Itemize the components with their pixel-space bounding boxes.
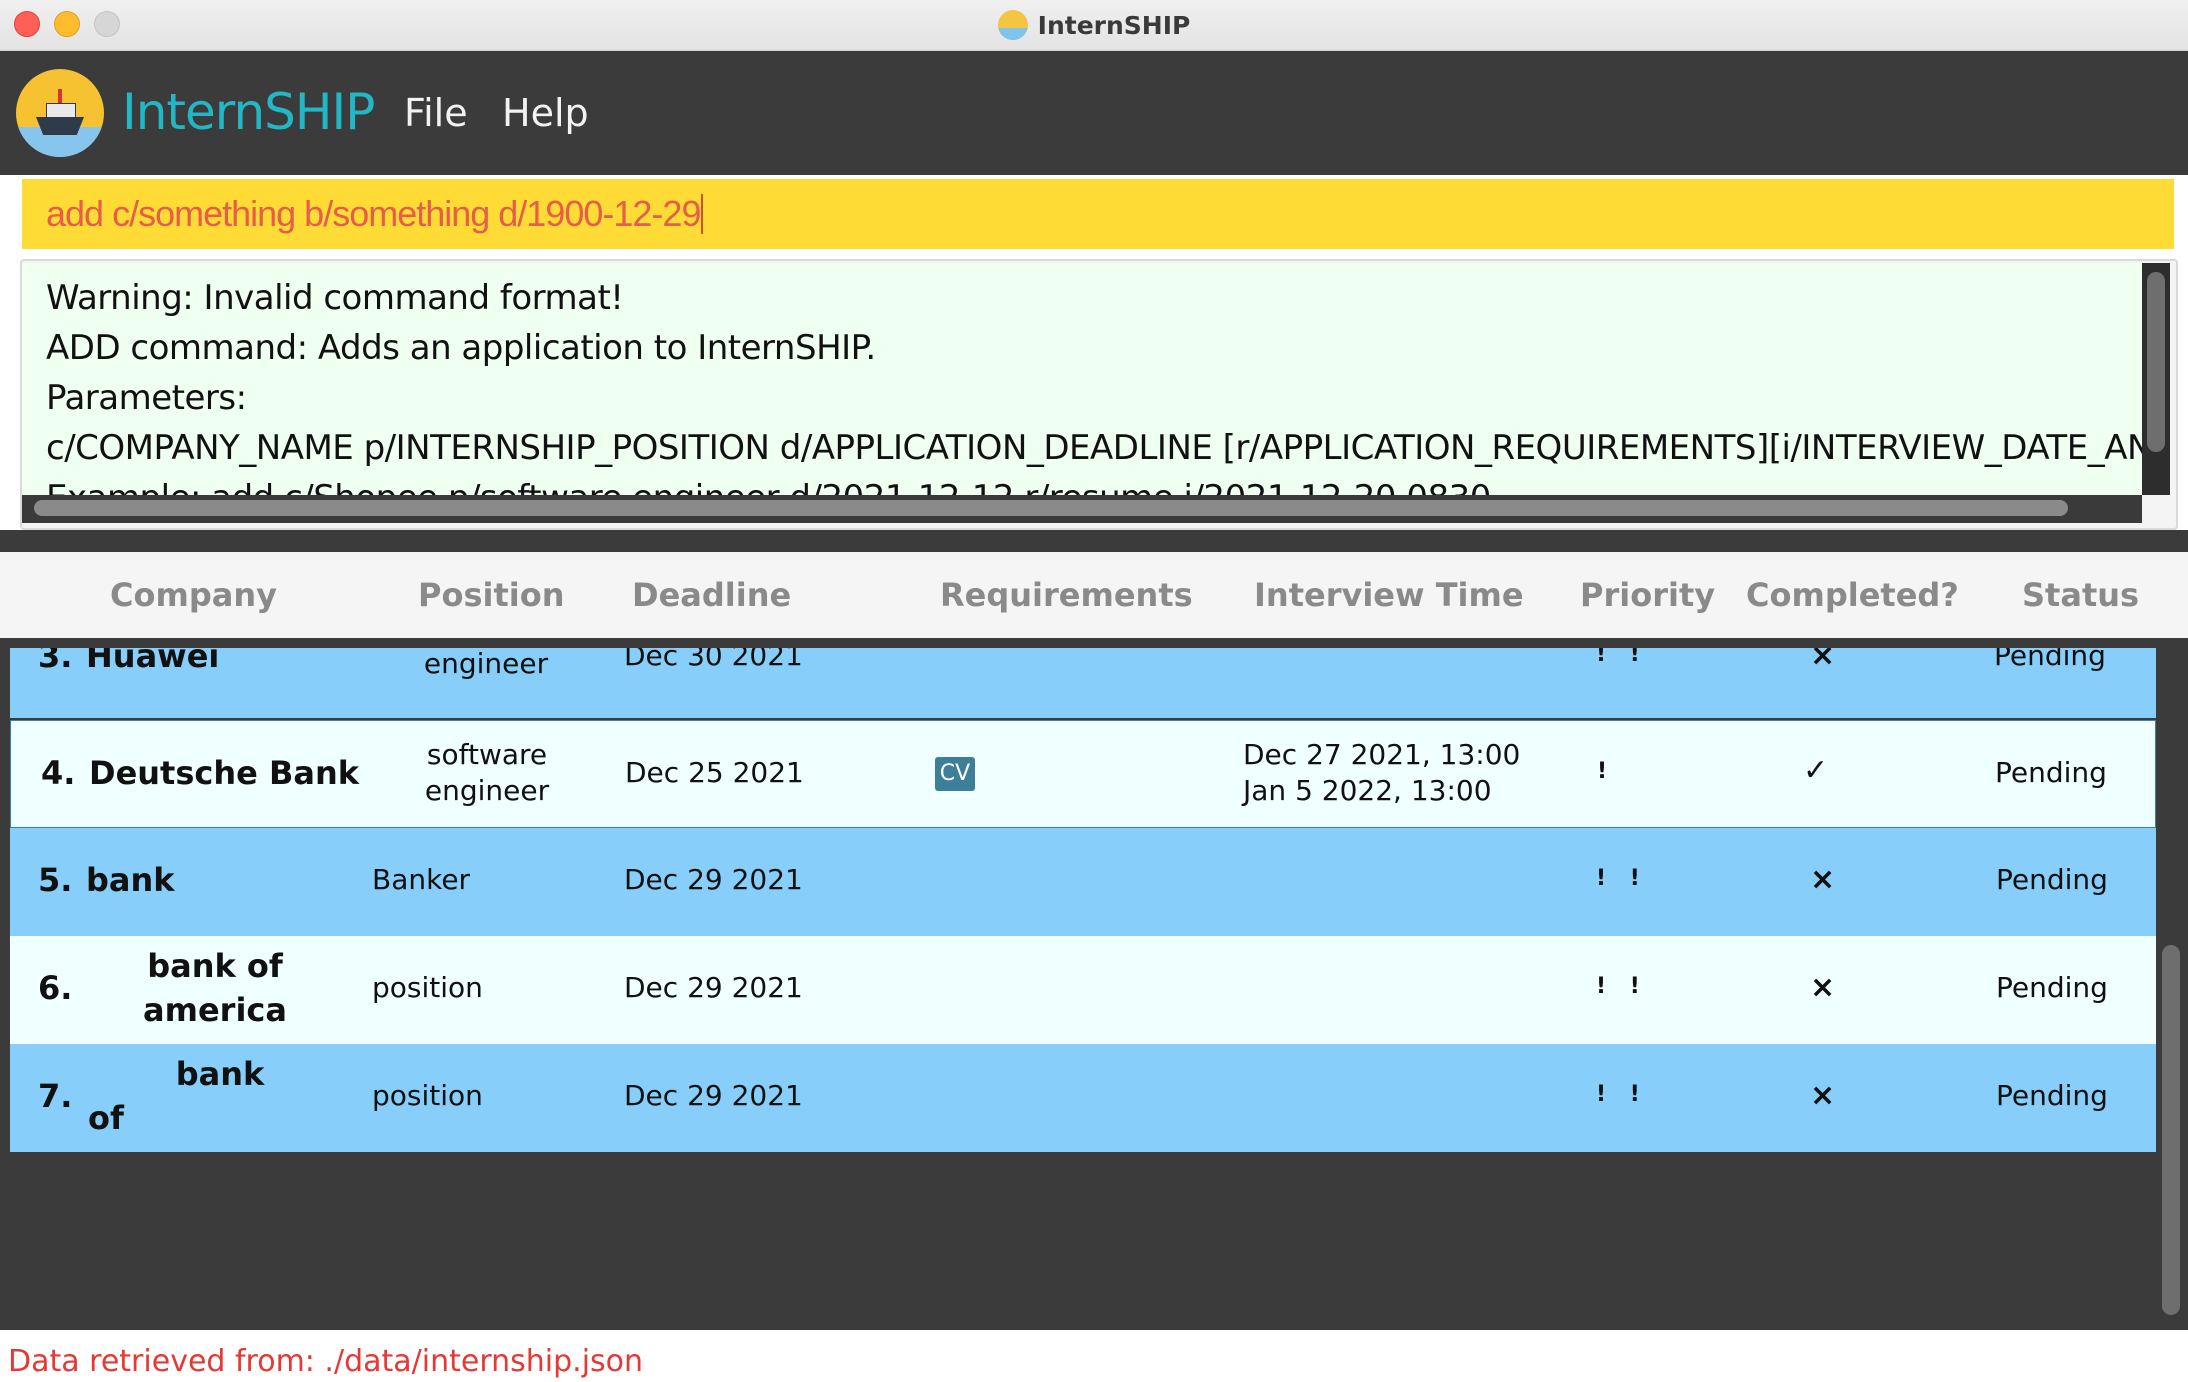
status-text: Pending	[1996, 1079, 2108, 1112]
application-list[interactable]: 3. Huawei software engineer Dec 30 2021 …	[0, 648, 2188, 1330]
row-index: 6.	[38, 969, 73, 1007]
interview-time: Jan 5 2022, 13:00	[1243, 774, 1492, 807]
priority-indicator: ! !	[1596, 1082, 1648, 1107]
deadline-text: Dec 29 2021	[624, 863, 803, 896]
window-title: InternSHIP	[1037, 10, 1191, 40]
priority-indicator: !	[1597, 759, 1616, 784]
status-text: Pending	[1996, 863, 2108, 896]
result-line: c/COMPANY_NAME p/INTERNSHIP_POSITION d/A…	[46, 428, 2142, 468]
window-titlebar: InternSHIP	[0, 0, 2188, 51]
table-vertical-scroll-thumb[interactable]	[2162, 945, 2180, 1315]
result-line: Warning: Invalid command format!	[46, 278, 624, 318]
result-vertical-scroll-thumb[interactable]	[2147, 272, 2165, 452]
priority-indicator: ! !	[1596, 866, 1648, 891]
priority-indicator: ! !	[1596, 974, 1648, 999]
cross-icon: ×	[1810, 648, 1836, 673]
column-header-position: Position	[418, 576, 565, 614]
status-bar: Data retrieved from: ./data/internship.j…	[0, 1330, 2188, 1382]
column-header-interview-time: Interview Time	[1254, 576, 1524, 614]
row-index: 4.	[41, 754, 76, 792]
divider	[0, 530, 2188, 552]
ship-logo-icon	[997, 10, 1028, 40]
interview-time: Dec 27 2021, 13:00	[1243, 738, 1521, 771]
table-row[interactable]: 7. bank of position Dec 29 2021 ! ! × Pe…	[10, 1044, 2156, 1152]
app-menubar: InternSHIP File Help	[0, 51, 2188, 175]
result-display: Warning: Invalid command format! ADD com…	[22, 263, 2142, 495]
table-row-selected[interactable]: 4. Deutsche Bank software engineer Dec 2…	[10, 720, 2156, 828]
requirement-tag: CV	[935, 757, 975, 791]
deadline-text: Dec 30 2021	[624, 648, 803, 672]
column-header-status: Status	[2022, 576, 2140, 614]
check-icon: ✓	[1803, 753, 1829, 788]
status-text: Pending	[1996, 971, 2108, 1004]
company-name: bank	[86, 861, 175, 899]
company-name: bank of	[147, 947, 283, 985]
deadline-text: Dec 29 2021	[624, 1079, 803, 1112]
company-name: bank	[175, 1055, 265, 1093]
result-horizontal-scroll-thumb[interactable]	[34, 500, 2068, 516]
status-bar-text: Data retrieved from: ./data/internship.j…	[8, 1344, 644, 1379]
result-line: Example: add c/Shopee p/software enginee…	[46, 473, 2118, 495]
window-title-group: InternSHIP	[0, 0, 2188, 50]
command-input[interactable]: add c/something b/something d/1900-12-29	[22, 179, 2174, 249]
menu-help[interactable]: Help	[502, 91, 589, 135]
cross-icon: ×	[1810, 862, 1836, 897]
position-text: Banker	[372, 863, 471, 896]
column-header-deadline: Deadline	[632, 576, 792, 614]
status-text: Pending	[1994, 648, 2106, 672]
ship-logo-icon	[16, 69, 104, 157]
column-header-company: Company	[110, 576, 277, 614]
app-name: InternSHIP	[122, 83, 375, 141]
position-text: engineer	[424, 774, 550, 807]
company-name: Huawei	[86, 648, 220, 675]
column-header-completed: Completed?	[1746, 576, 1959, 614]
column-header-requirements: Requirements	[940, 576, 1193, 614]
table-row[interactable]: 6. bank of america position Dec 29 2021 …	[10, 936, 2156, 1044]
menu-file[interactable]: File	[404, 91, 468, 135]
table-header: Company Position Deadline Requirements I…	[0, 552, 2188, 638]
divider	[0, 638, 2188, 648]
priority-indicator: ! !	[1596, 648, 1648, 667]
position-text: position	[372, 1079, 483, 1112]
company-name: Deutsche Bank	[89, 754, 360, 792]
position-text: software	[426, 738, 548, 771]
cross-icon: ×	[1810, 1078, 1836, 1113]
deadline-text: Dec 29 2021	[624, 971, 803, 1004]
result-line: Parameters:	[46, 378, 247, 418]
position-text: engineer	[423, 648, 549, 680]
row-index: 5.	[38, 861, 73, 899]
result-line: ADD command: Adds an application to Inte…	[46, 328, 876, 368]
company-name: america	[143, 991, 287, 1029]
command-text: add c/something b/something d/1900-12-29	[46, 193, 701, 234]
row-index: 3.	[38, 648, 73, 675]
deadline-text: Dec 25 2021	[625, 756, 804, 789]
text-caret	[701, 194, 704, 234]
column-header-priority: Priority	[1580, 576, 1716, 614]
status-text: Pending	[1995, 756, 2107, 789]
table-row[interactable]: 5. bank Banker Dec 29 2021 ! ! × Pending	[10, 828, 2156, 936]
company-name: of	[88, 1099, 124, 1137]
cross-icon: ×	[1810, 970, 1836, 1005]
row-index: 7.	[38, 1077, 73, 1115]
table-row[interactable]: 3. Huawei software engineer Dec 30 2021 …	[10, 648, 2156, 718]
position-text: position	[372, 971, 483, 1004]
